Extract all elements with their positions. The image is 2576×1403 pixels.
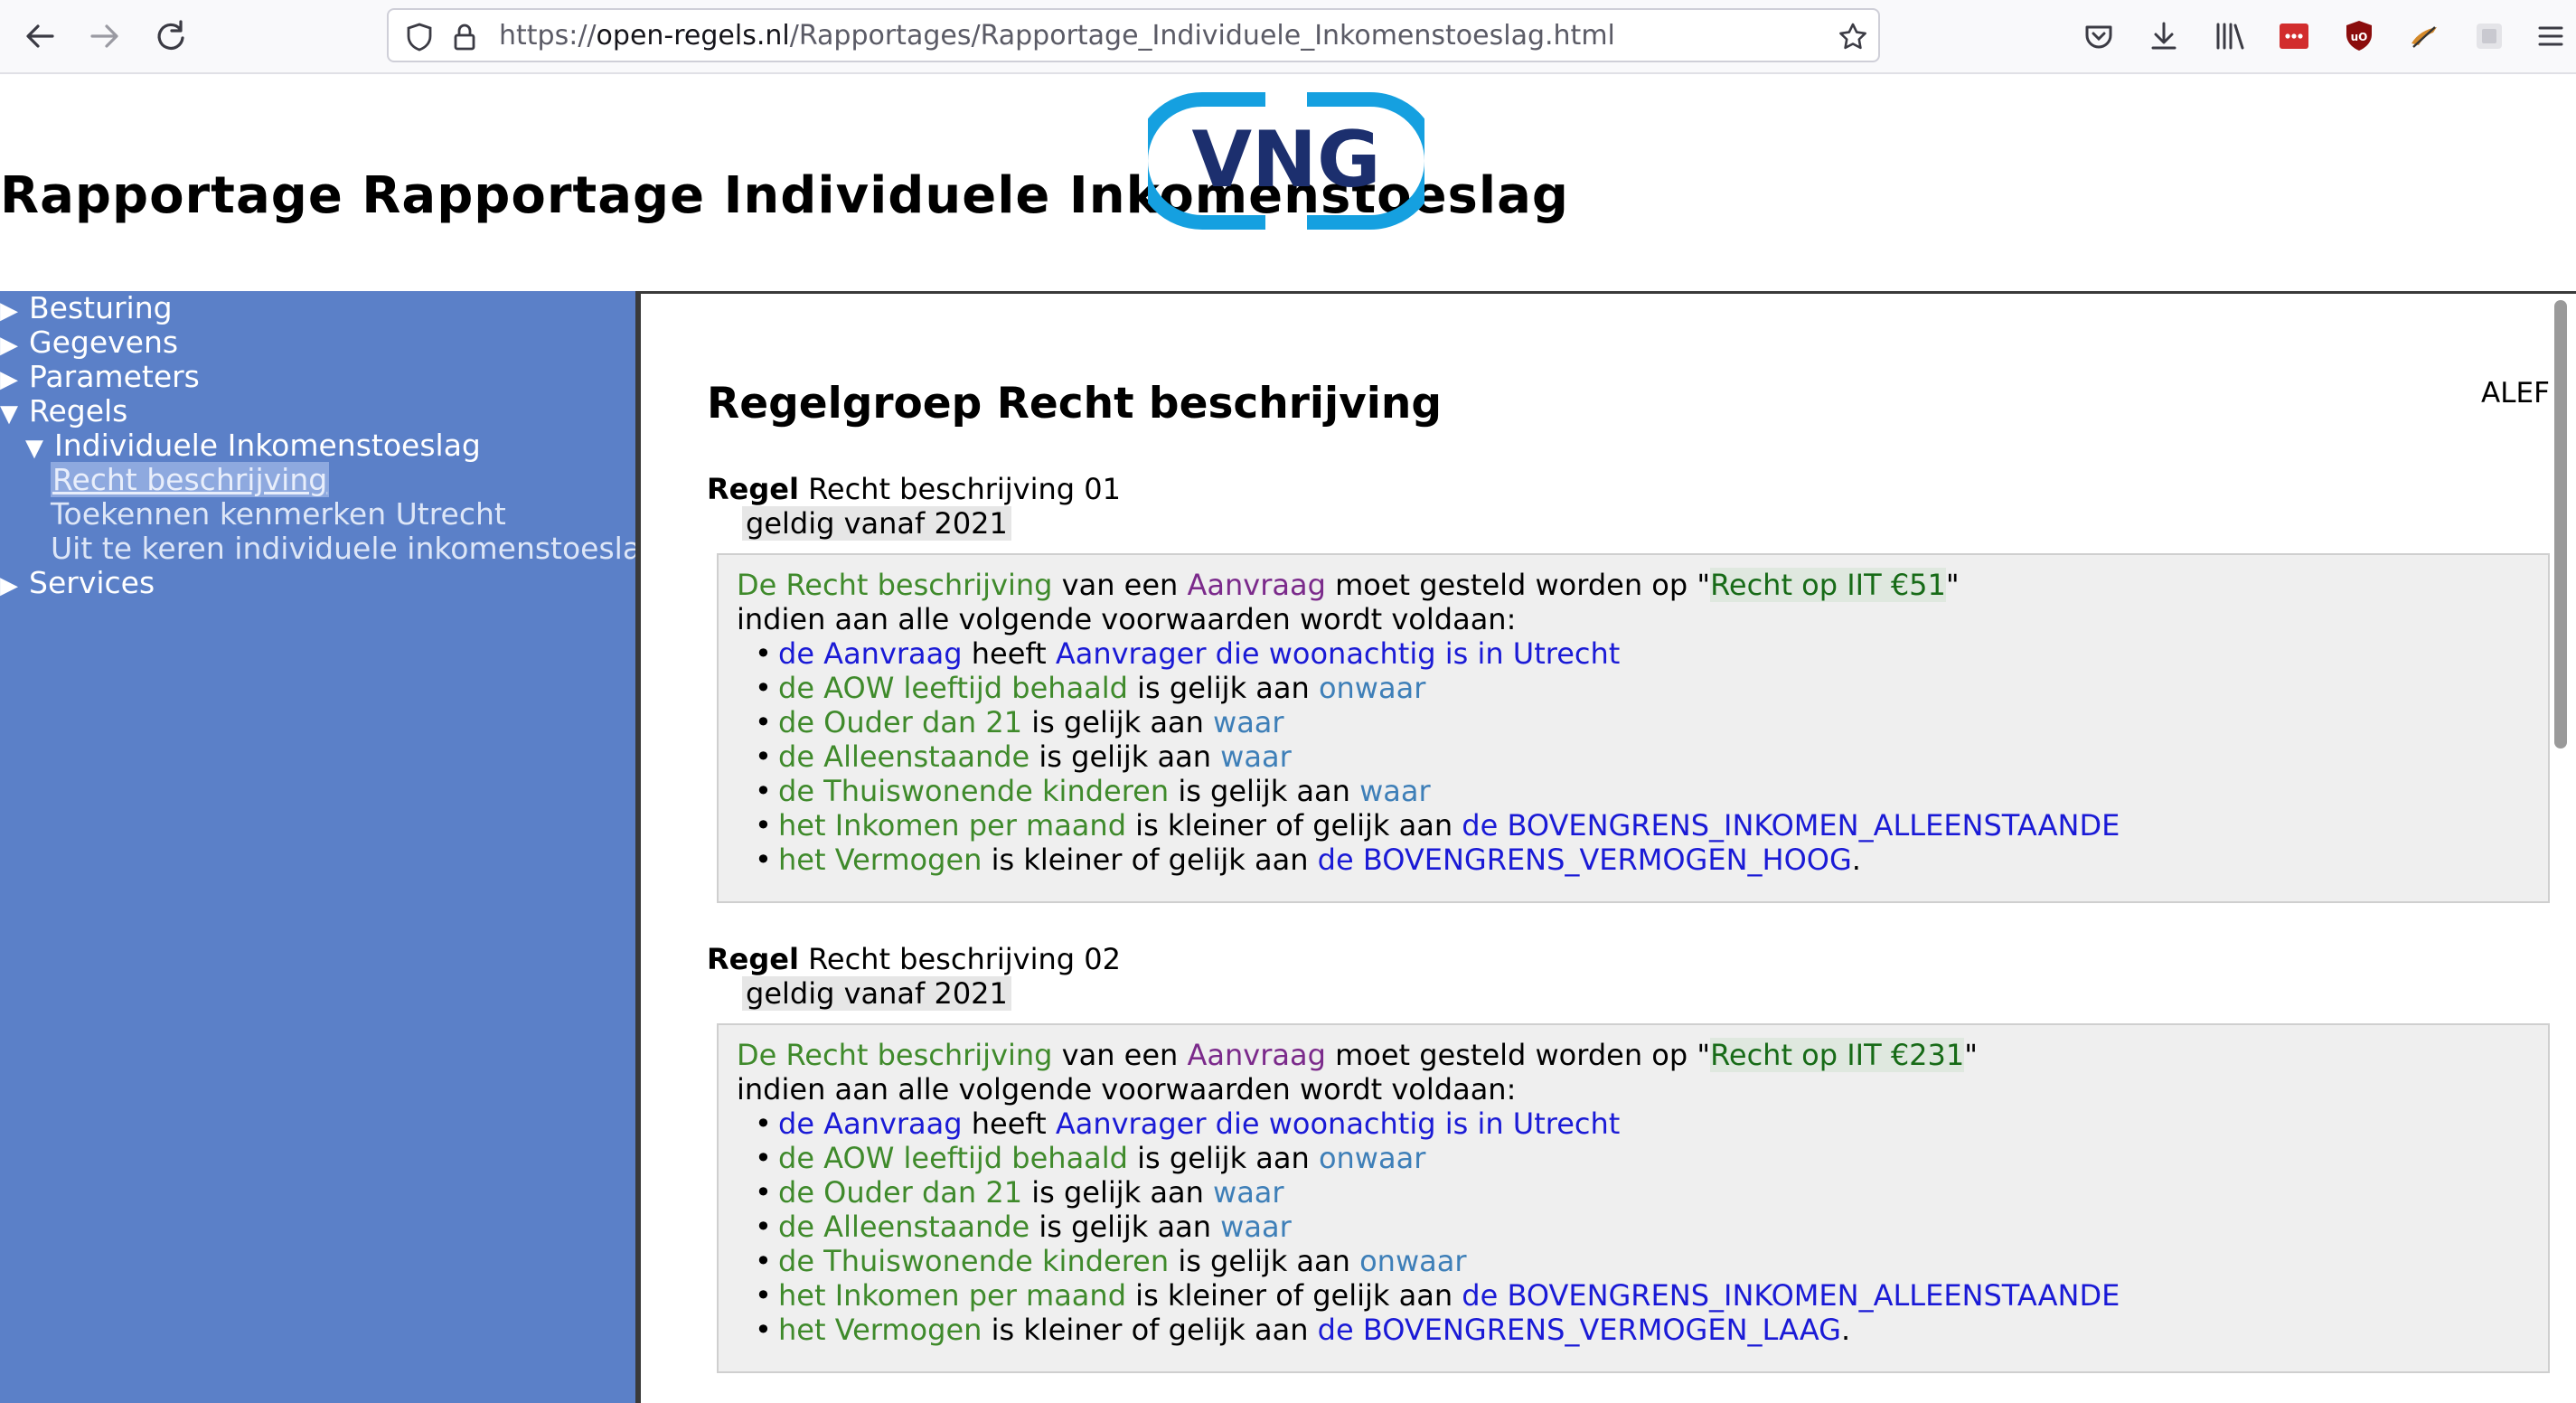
rule-header: Regel Recht beschrijving 01: [707, 472, 1121, 506]
forward-button[interactable]: [85, 16, 125, 56]
condition-item: • het Inkomen per maand is kleiner of gel…: [755, 808, 2120, 843]
sidebar-item-regels[interactable]: ▼ Regels: [0, 394, 127, 431]
address-bar[interactable]: https://open-regels.nl/Rapportages/Rappo…: [387, 8, 1880, 62]
bookmark-star-icon[interactable]: [1837, 21, 1869, 53]
collapsed-triangle-icon: ▶: [0, 572, 18, 599]
lastpass-extension-button[interactable]: [2274, 16, 2314, 56]
ublock-extension-button[interactable]: uO: [2339, 16, 2379, 56]
lock-icon[interactable]: [448, 21, 481, 53]
validity-badge: geldig vanaf 2021: [742, 506, 1011, 541]
condition-item: • de Alleenstaande is gelijk aan waar: [755, 739, 1292, 774]
condition-intro: indien aan alle volgende voorwaarden wor…: [737, 1072, 1517, 1106]
forward-arrow-icon: [90, 24, 118, 48]
sidebar-item-label: Gegevens: [29, 325, 179, 360]
sidebar-item-label: Individuele Inkomenstoeslag: [54, 428, 481, 463]
shield-icon[interactable]: [403, 21, 436, 53]
content-scrollbar[interactable]: [2554, 300, 2567, 749]
browser-toolbar: https://open-regels.nl/Rapportages/Rappo…: [0, 0, 2576, 74]
rule-header: Regel Recht beschrijving 02: [707, 942, 1121, 976]
extension-grey-button[interactable]: [2469, 16, 2509, 56]
sidebar-item-recht-beschrijving[interactable]: Recht beschrijving: [51, 462, 330, 497]
sidebar-item-parameters[interactable]: ▶ Parameters: [0, 360, 200, 397]
sidebar-item-individuele-inkomenstoeslag[interactable]: ▼ Individuele Inkomenstoeslag: [25, 428, 481, 466]
expanded-triangle-icon: ▼: [0, 400, 18, 428]
condition-item: • de Thuiswonende kinderen is gelijk aan …: [755, 1244, 1467, 1278]
expanded-triangle-icon: ▼: [25, 435, 43, 462]
collapsed-triangle-icon: ▶: [0, 366, 18, 393]
sidebar-item-label: Recht beschrijving: [51, 462, 330, 497]
sidebar-item-uit-te-keren[interactable]: Uit te keren individuele inkomenstoeslag: [51, 532, 635, 566]
sidebar-item-label: Uit te keren individuele inkomenstoeslag: [51, 531, 635, 566]
back-arrow-icon: [26, 24, 54, 48]
downloads-button[interactable]: [2144, 16, 2184, 56]
rule-body: De Recht beschrijving van een Aanvraag m…: [717, 553, 2550, 903]
url-text[interactable]: https://open-regels.nl/Rapportages/Rappo…: [499, 20, 1615, 52]
vng-logo: VNG: [1148, 92, 1424, 230]
validity-badge: geldig vanaf 2021: [742, 976, 1011, 1011]
reload-icon: [157, 20, 184, 50]
library-icon: [2216, 23, 2244, 50]
download-icon: [2151, 22, 2176, 50]
rule-body: De Recht beschrijving van een Aanvraag m…: [717, 1023, 2550, 1373]
rule-conclusion: De Recht beschrijving van een Aanvraag m…: [737, 1038, 1978, 1072]
menu-button[interactable]: [2531, 16, 2571, 56]
rule-value: Recht op IIT €231: [1710, 1038, 1965, 1072]
reload-button[interactable]: [150, 16, 190, 56]
pocket-icon: [2085, 25, 2112, 49]
library-button[interactable]: [2209, 16, 2249, 56]
condition-item: • de AOW leeftijd behaald is gelijk aan o…: [755, 671, 1426, 705]
section-title: Regelgroep Recht beschrijving: [707, 379, 1443, 428]
condition-item: • de Ouder dan 21 is gelijk aan waar: [755, 1175, 1284, 1210]
sidebar-item-toekennen-kenmerken-utrecht[interactable]: Toekennen kenmerken Utrecht: [51, 497, 506, 532]
condition-item: • het Vermogen is kleiner of gelijk aan d…: [755, 843, 1861, 877]
collapsed-triangle-icon: ▶: [0, 297, 18, 325]
hamburger-menu-icon: [2538, 26, 2563, 46]
puzzle-icon: [2477, 24, 2502, 49]
condition-item: • de Thuiswonende kinderen is gelijk aan …: [755, 774, 1431, 808]
extension-button[interactable]: [2404, 16, 2444, 56]
sidebar-item-label: Parameters: [29, 359, 200, 394]
condition-item: • de Aanvraag heeft Aanvrager die woonach…: [755, 636, 1621, 671]
pocket-button[interactable]: [2079, 16, 2119, 56]
rules-content: Regelgroep Recht beschrijving ALEF Regel…: [641, 294, 2552, 1403]
condition-item: • het Inkomen per maand is kleiner of gel…: [755, 1278, 2120, 1313]
sidebar-item-label: Besturing: [29, 291, 173, 325]
condition-item: • de Alleenstaande is gelijk aan waar: [755, 1210, 1292, 1244]
sidebar-tree: ▶ Besturing ▶ Gegevens ▶ Parameters ▼ Regels…: [0, 291, 635, 1403]
sidebar-item-besturing[interactable]: ▶ Besturing: [0, 291, 173, 328]
vng-logo-text: VNG: [1191, 115, 1380, 205]
lastpass-icon: [2280, 24, 2308, 49]
collapsed-triangle-icon: ▶: [0, 332, 18, 359]
condition-item: • de Ouder dan 21 is gelijk aan waar: [755, 705, 1284, 739]
extension-icon: [2411, 26, 2437, 48]
sidebar-item-label: Regels: [29, 393, 128, 428]
sidebar-item-label: Toekennen kenmerken Utrecht: [51, 496, 506, 532]
alef-label: ALEF: [2481, 377, 2550, 410]
rule-value: Recht op IIT €51: [1710, 568, 1946, 602]
condition-item: • het Vermogen is kleiner of gelijk aan d…: [755, 1313, 1851, 1347]
condition-intro: indien aan alle volgende voorwaarden wor…: [737, 602, 1517, 636]
condition-item: • de AOW leeftijd behaald is gelijk aan o…: [755, 1141, 1426, 1175]
condition-item: • de Aanvraag heeft Aanvrager die woonach…: [755, 1106, 1621, 1141]
rule-conclusion: De Recht beschrijving van een Aanvraag m…: [737, 568, 1960, 602]
back-button[interactable]: [20, 16, 60, 56]
sidebar-item-services[interactable]: ▶ Services: [0, 566, 155, 603]
sidebar-item-label: Services: [29, 565, 155, 600]
svg-text:uO: uO: [2351, 31, 2368, 43]
ublock-shield-icon: uO: [2346, 21, 2372, 51]
sidebar-item-gegevens[interactable]: ▶ Gegevens: [0, 325, 178, 363]
